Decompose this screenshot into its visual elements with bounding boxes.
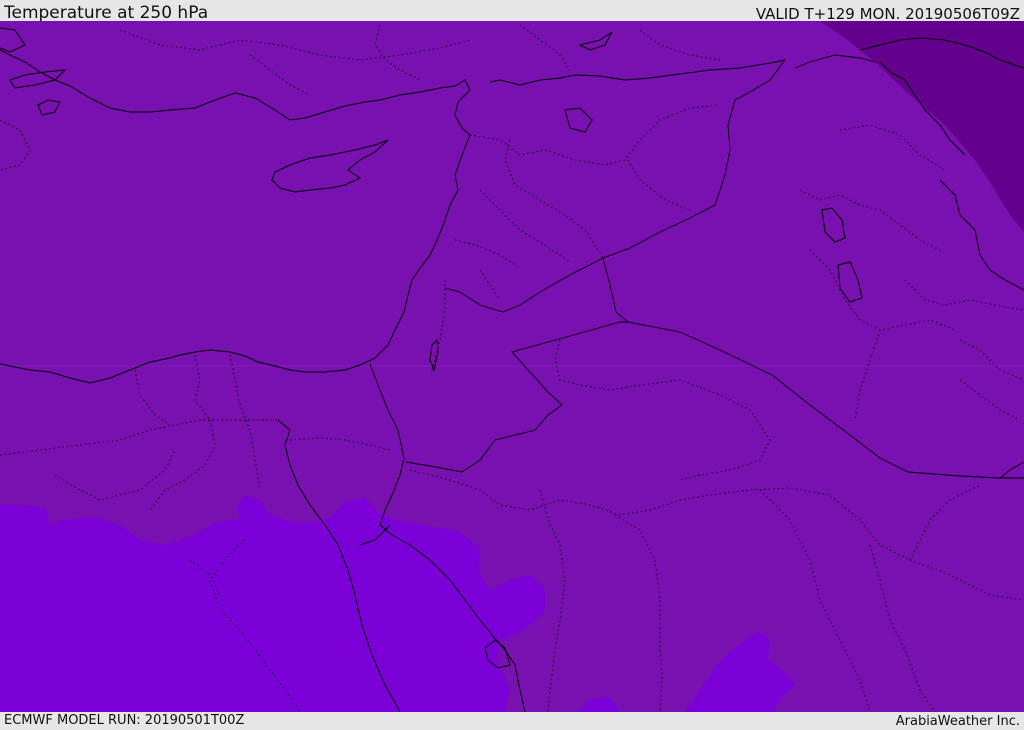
model-run: ECMWF MODEL RUN: 20190501T00Z bbox=[4, 713, 245, 728]
top-bar: Temperature at 250 hPa VALID T+129 MON. … bbox=[0, 0, 1024, 23]
map-canvas bbox=[0, 21, 1024, 712]
temperature-map bbox=[0, 21, 1024, 712]
bottom-bar: ECMWF MODEL RUN: 20190501T00Z ArabiaWeat… bbox=[0, 712, 1024, 729]
credit: ArabiaWeather Inc. bbox=[895, 714, 1020, 729]
map-title: Temperature at 250 hPa bbox=[4, 3, 209, 23]
